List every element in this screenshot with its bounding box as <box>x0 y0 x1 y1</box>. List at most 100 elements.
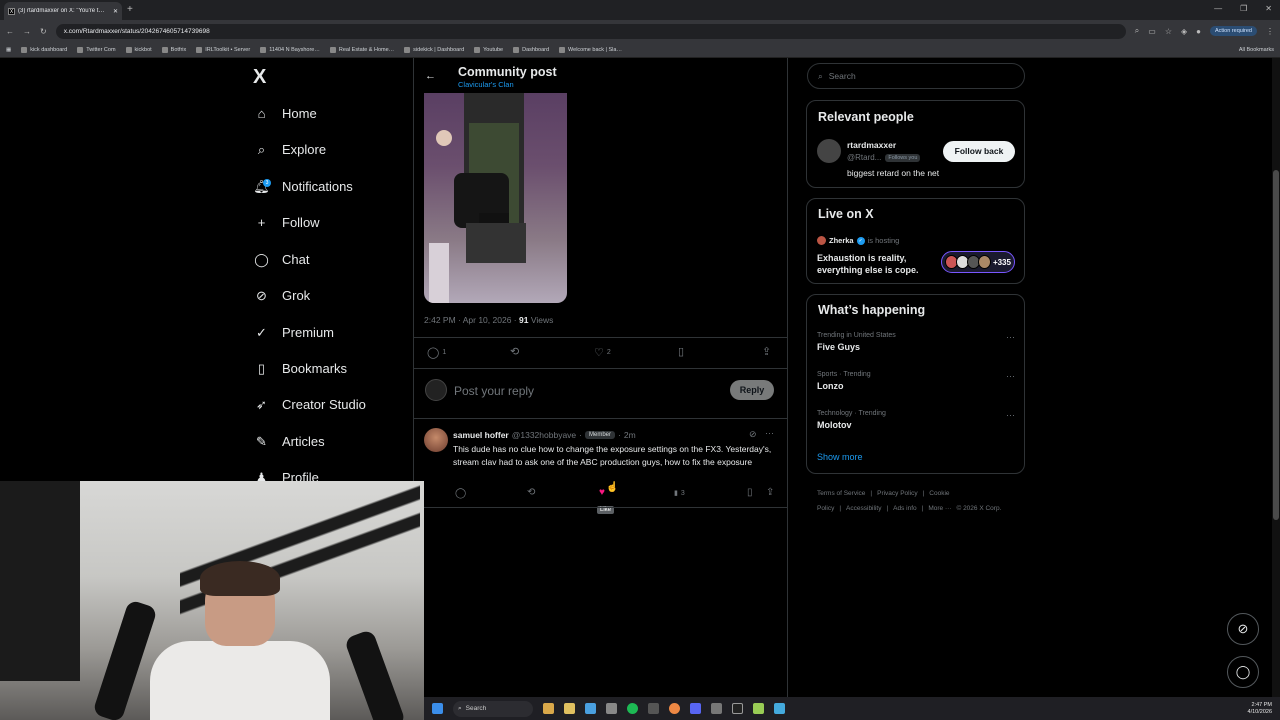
action-required-button[interactable]: Action required <box>1210 26 1257 36</box>
windows-start-icon[interactable] <box>432 703 443 714</box>
bookmark-item[interactable]: Botfrix <box>161 46 186 53</box>
sidebar-item-chat[interactable]: ◯ Chat <box>254 252 309 268</box>
bookmark-icon[interactable]: ▯ <box>678 345 684 358</box>
zoom-icon[interactable]: ⌕ <box>1135 26 1139 36</box>
sidebar-item-grok[interactable]: ⊘ Grok <box>254 288 310 304</box>
follow-back-button[interactable]: Follow back <box>943 141 1015 162</box>
commenter-name[interactable]: samuel hoffer <box>453 430 509 440</box>
more-icon[interactable]: ··· <box>1006 332 1015 342</box>
comment-time[interactable]: 2m <box>624 430 636 440</box>
star-icon[interactable]: ☆ <box>1165 27 1172 36</box>
comment-views[interactable]: ▮ 3 <box>674 489 685 498</box>
bookmark-item[interactable]: Welcome back | Sla… <box>559 46 622 53</box>
like-action[interactable]: ♡ 2 <box>594 346 611 359</box>
reply-action[interactable]: ◯ 1 <box>427 346 446 359</box>
sidebar-item-home[interactable]: ⌂ Home <box>254 106 317 121</box>
apps-icon[interactable]: ▦ <box>6 47 11 53</box>
trend-item[interactable]: Sports · Trending Lonzo ··· <box>817 371 1017 391</box>
commenter-handle[interactable]: @1332hobbyave <box>512 430 576 440</box>
taskbar-clock[interactable]: 2:47 PM 4/10/2026 <box>1248 702 1272 716</box>
bookmark-item[interactable]: Dashboard <box>513 46 549 53</box>
back-icon[interactable]: ← <box>6 27 14 36</box>
live-space-title[interactable]: Exhaustion is reality, everything else i… <box>817 252 937 276</box>
discord-icon[interactable] <box>690 703 701 714</box>
relevant-person-name[interactable]: rtardmaxxer <box>847 140 896 150</box>
more-icon[interactable]: ··· <box>1006 371 1015 381</box>
x-app-icon[interactable] <box>732 703 743 714</box>
post-image[interactable] <box>424 93 567 303</box>
cast-icon[interactable]: ▭ <box>1148 27 1156 36</box>
close-tab-icon[interactable]: ✕ <box>113 8 118 15</box>
comment-bookmark-icon[interactable]: ▯ <box>747 487 753 498</box>
bookmark-item[interactable]: Youtube <box>474 46 503 53</box>
extensions-icon[interactable]: ◈ <box>1181 27 1187 36</box>
sidebar-item-articles[interactable]: ✎ Articles <box>254 434 325 450</box>
sidebar-item-follow[interactable]: + Follow <box>254 215 320 230</box>
bookmark-item[interactable]: sidekick | Dashboard <box>404 46 464 53</box>
taskbar-search[interactable]: ⌕ Search <box>453 700 533 717</box>
app-icon[interactable] <box>753 703 764 714</box>
maximize-icon[interactable]: ❐ <box>1240 4 1247 13</box>
search-input[interactable]: ⌕ Search <box>807 63 1025 89</box>
bookmark-item[interactable]: kickbot <box>125 46 152 53</box>
reply-input[interactable]: Post your reply <box>454 384 534 398</box>
share-icon[interactable]: ⇪ <box>762 345 771 358</box>
relevant-person-handle[interactable]: @Rtard... <box>847 153 881 162</box>
new-tab-icon[interactable]: + <box>127 4 133 15</box>
repost-icon[interactable]: ⟲ <box>510 345 519 358</box>
sidebar-item-bookmarks[interactable]: ▯ Bookmarks <box>254 361 347 377</box>
live-listeners-pill[interactable]: +335 <box>941 251 1015 273</box>
bookmark-item[interactable]: kick dashboard <box>21 46 67 53</box>
sidebar-item-explore[interactable]: ⌕ Explore <box>254 142 326 158</box>
community-link[interactable]: Clavicular's Clan <box>458 80 514 89</box>
reload-icon[interactable]: ↻ <box>40 27 47 36</box>
file-explorer-icon[interactable] <box>564 703 575 714</box>
comment-share-icon[interactable]: ⇪ <box>766 487 774 498</box>
reply-button[interactable]: Reply <box>730 380 774 400</box>
back-arrow-icon[interactable]: ← <box>425 70 436 82</box>
more-icon[interactable]: ··· <box>1006 410 1015 420</box>
chrome-icon[interactable] <box>669 703 680 714</box>
scrollbar-thumb[interactable] <box>1273 170 1279 520</box>
comment-like-icon[interactable]: ♥ <box>599 487 605 498</box>
footer-link[interactable]: Privacy Policy <box>877 490 917 497</box>
grok-icon[interactable]: ⊘ <box>749 429 757 440</box>
comment-reply-icon[interactable]: ◯ <box>455 488 466 499</box>
comment-repost-icon[interactable]: ⟲ <box>527 487 535 498</box>
profile-icon[interactable]: ● <box>1196 27 1201 36</box>
commenter-avatar[interactable] <box>424 428 448 452</box>
bookmark-item[interactable]: IRLToolkit • Server <box>196 46 250 53</box>
bookmark-item[interactable]: Twitter Com <box>77 46 116 53</box>
app-icon[interactable] <box>774 703 785 714</box>
grok-fab-icon[interactable]: ⊘ <box>1227 613 1259 645</box>
bookmark-item[interactable]: Real Estate & Home… <box>329 46 394 53</box>
app-icon[interactable] <box>711 703 722 714</box>
bookmark-item[interactable]: 11404 N Bayshore… <box>260 46 320 53</box>
live-host-row[interactable]: Zherka ✓ is hosting <box>817 236 899 245</box>
sidebar-item-creator-studio[interactable]: ➶ Creator Studio <box>254 397 366 413</box>
app-icon[interactable] <box>543 703 554 714</box>
sidebar-item-premium[interactable]: ✓ Premium <box>254 325 334 341</box>
trend-item[interactable]: Technology · Trending Molotov ··· <box>817 410 1017 430</box>
footer-link[interactable]: Ads info <box>893 505 917 512</box>
close-window-icon[interactable]: ✕ <box>1265 4 1272 13</box>
browser-icon[interactable] <box>585 703 596 714</box>
x-logo[interactable]: X <box>253 66 266 89</box>
trend-item[interactable]: Trending in United States Five Guys ··· <box>817 332 1017 352</box>
all-bookmarks[interactable]: All Bookmarks <box>1239 47 1274 53</box>
forward-icon[interactable]: → <box>23 27 31 36</box>
address-bar[interactable]: x.com/Rtardmaxxer/status/204267460571473… <box>55 23 1126 39</box>
footer-link[interactable]: Terms of Service <box>817 490 865 497</box>
footer-link[interactable]: More ··· <box>928 505 951 512</box>
relevant-person-avatar[interactable] <box>817 139 841 163</box>
browser-tab[interactable]: X (3) rtardmaxxer on X: "You're t… ✕ <box>4 2 122 20</box>
spotify-icon[interactable] <box>627 703 638 714</box>
footer-link[interactable]: © 2026 X Corp. <box>956 505 1001 512</box>
app-icon[interactable] <box>648 703 659 714</box>
show-more-link[interactable]: Show more <box>817 452 863 462</box>
footer-link[interactable]: Accessibility <box>846 505 881 512</box>
app-icon[interactable] <box>606 703 617 714</box>
more-icon[interactable]: ··· <box>765 428 774 438</box>
chat-fab-icon[interactable]: ◯ <box>1227 656 1259 688</box>
menu-icon[interactable]: ⋮ <box>1266 27 1274 36</box>
